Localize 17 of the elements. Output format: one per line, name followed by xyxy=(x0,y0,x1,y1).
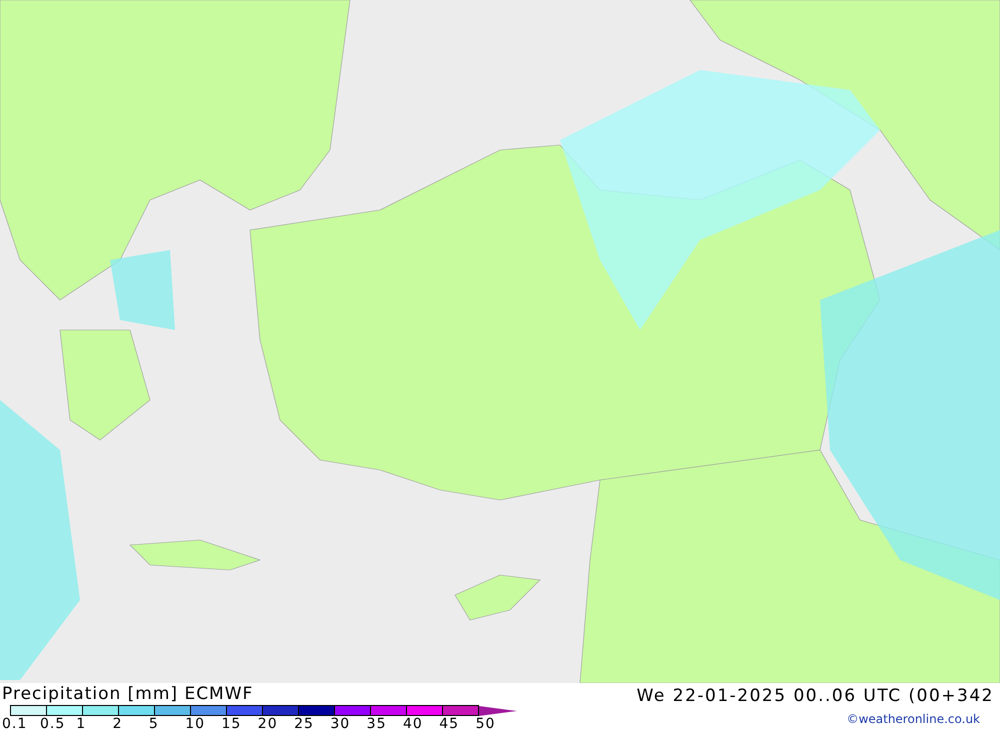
scale-label: 40 xyxy=(402,716,424,732)
timestamp: We 22-01-2025 00..06 UTC (00+342 xyxy=(636,685,994,708)
scale-label: 2 xyxy=(112,716,124,732)
scale-label: 15 xyxy=(221,716,242,732)
legend-title: Precipitation [mm] ECMWF xyxy=(2,683,254,705)
scale-label: 1 xyxy=(76,716,88,732)
scale-label: 50 xyxy=(476,716,496,732)
scale-label: 10 xyxy=(185,716,206,732)
scale-label: 0.5 xyxy=(40,716,66,732)
scale-label: 20 xyxy=(258,716,279,732)
scale-label: 30 xyxy=(330,716,352,732)
scale-label: 25 xyxy=(294,716,315,732)
credit-link[interactable]: ©weatheronline.co.uk xyxy=(846,712,980,726)
scale-label: 45 xyxy=(439,716,460,732)
scale-label: 0.1 xyxy=(2,716,28,732)
scale-label: 5 xyxy=(148,716,160,732)
scale-label: 35 xyxy=(366,716,388,732)
